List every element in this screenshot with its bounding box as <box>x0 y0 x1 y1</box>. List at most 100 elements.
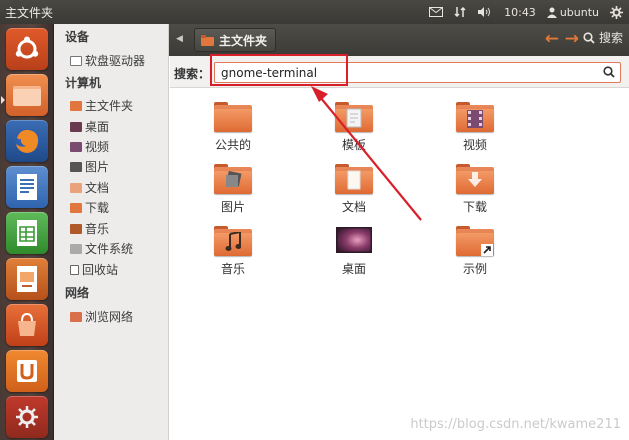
file-item-label: 文档 <box>341 200 366 214</box>
file-item-label: 音乐 <box>220 262 245 276</box>
top-panel: 主文件夹 10:43 ubuntu <box>0 0 629 24</box>
user-menu[interactable]: ubuntu <box>546 5 599 19</box>
network-icon[interactable] <box>454 6 466 18</box>
dash-home-button[interactable] <box>6 28 48 70</box>
music-folder-icon <box>70 223 82 234</box>
search-button-label: 搜索 <box>598 31 623 45</box>
breadcrumb-left-arrow-icon[interactable]: ◀ <box>176 34 183 44</box>
file-item-desktop[interactable]: 桌面 <box>314 226 394 277</box>
video-folder-icon <box>70 141 82 152</box>
user-name: ubuntu <box>559 5 599 19</box>
back-arrow-icon[interactable]: ← <box>545 29 559 49</box>
search-label: 搜索： <box>174 67 211 81</box>
gear-icon[interactable] <box>610 5 623 19</box>
network-folder-icon <box>70 311 82 322</box>
sidebar-item-home[interactable]: 主文件夹 <box>70 97 133 114</box>
forward-arrow-icon[interactable]: → <box>565 29 579 49</box>
file-item-templates[interactable]: 模板 <box>314 102 394 153</box>
sidebar-item-label: 下载 <box>85 201 110 215</box>
file-view: 搜索： 公共的 模板 视频 图片 <box>170 54 629 440</box>
music-folder-icon <box>214 226 252 256</box>
search-bar: 搜索： <box>170 56 629 88</box>
sidebar-item-browse-network[interactable]: 浏览网络 <box>70 308 133 325</box>
breadcrumb-label: 主文件夹 <box>219 33 268 48</box>
trash-icon <box>70 264 79 275</box>
file-item-videos[interactable]: 视频 <box>435 102 515 153</box>
sidebar-item-downloads[interactable]: 下载 <box>70 199 109 216</box>
file-item-music[interactable]: 音乐 <box>193 226 273 277</box>
pictures-folder-icon <box>70 161 82 172</box>
panel-indicators: 10:43 ubuntu <box>429 0 623 24</box>
ubuntu-one-icon <box>17 360 37 382</box>
sidebar-section-computer: 计算机 <box>65 76 102 90</box>
examples-folder-icon <box>456 226 494 256</box>
file-item-public[interactable]: 公共的 <box>193 102 273 153</box>
file-item-label: 模板 <box>341 138 366 152</box>
sidebar-item-music[interactable]: 音乐 <box>70 220 109 237</box>
launcher-active-indicator <box>1 96 5 104</box>
search-icon[interactable] <box>603 66 615 78</box>
launcher-ubuntu-one[interactable] <box>6 350 48 392</box>
video-folder-icon <box>456 102 494 132</box>
document-icon <box>17 174 37 200</box>
file-item-label: 公共的 <box>214 138 251 152</box>
file-item-label: 图片 <box>220 200 245 214</box>
sidebar-item-trash[interactable]: 回收站 <box>70 261 118 278</box>
pictures-folder-icon <box>214 164 252 194</box>
sidebar-item-videos[interactable]: 视频 <box>70 138 109 155</box>
places-sidebar: 设备 软盘驱动器 计算机 主文件夹 桌面 视频 图片 文档 下载 音乐 文件系统… <box>54 24 169 440</box>
file-item-examples[interactable]: 示例 <box>435 226 515 277</box>
sidebar-item-label: 文档 <box>85 181 110 195</box>
sidebar-item-label: 音乐 <box>85 222 110 236</box>
home-folder-icon <box>201 34 214 46</box>
templates-folder-icon <box>335 102 373 132</box>
firefox-icon <box>15 129 39 153</box>
folder-icon <box>13 86 41 106</box>
launcher-writer[interactable] <box>6 166 48 208</box>
presentation-icon <box>17 266 37 292</box>
desktop-icon <box>335 226 373 256</box>
search-input[interactable] <box>214 62 621 83</box>
filesystem-icon <box>70 243 82 254</box>
sidebar-item-pictures[interactable]: 图片 <box>70 158 109 175</box>
user-icon <box>546 7 557 18</box>
tools-icon <box>16 406 38 428</box>
clock[interactable]: 10:43 <box>504 6 536 19</box>
launcher-home-folder[interactable] <box>6 74 48 116</box>
sidebar-item-label: 软盘驱动器 <box>85 54 146 68</box>
sidebar-section-devices: 设备 <box>65 30 90 44</box>
sidebar-item-label: 回收站 <box>82 263 119 277</box>
file-item-documents[interactable]: 文档 <box>314 164 394 215</box>
downloads-folder-icon <box>70 202 82 213</box>
floppy-drive-icon <box>70 55 82 66</box>
documents-folder-icon <box>70 182 82 193</box>
sidebar-item-filesystem[interactable]: 文件系统 <box>70 240 133 257</box>
sidebar-item-label: 桌面 <box>85 120 110 134</box>
sidebar-item-documents[interactable]: 文档 <box>70 179 109 196</box>
launcher-calc[interactable] <box>6 212 48 254</box>
spreadsheet-icon <box>17 220 37 246</box>
file-item-pictures[interactable]: 图片 <box>193 164 273 215</box>
downloads-folder-icon <box>456 164 494 194</box>
sidebar-item-desktop[interactable]: 桌面 <box>70 118 109 135</box>
window-title: 主文件夹 <box>5 5 54 20</box>
sidebar-item-floppy[interactable]: 软盘驱动器 <box>70 52 145 69</box>
sidebar-item-label: 视频 <box>85 140 110 154</box>
search-icon <box>583 31 595 44</box>
sidebar-item-label: 文件系统 <box>85 242 134 256</box>
file-item-label: 示例 <box>462 262 487 276</box>
search-button[interactable]: 搜索 <box>583 29 623 46</box>
file-item-label: 视频 <box>462 138 487 152</box>
launcher-system-settings[interactable] <box>6 396 48 438</box>
mail-icon[interactable] <box>429 7 444 17</box>
ubuntu-logo-icon <box>15 36 39 59</box>
launcher-impress[interactable] <box>6 258 48 300</box>
sidebar-item-label: 主文件夹 <box>85 99 134 113</box>
folder-icon <box>214 102 252 132</box>
volume-icon[interactable] <box>477 6 493 18</box>
home-folder-icon <box>70 100 82 111</box>
launcher-software-center[interactable] <box>6 304 48 346</box>
file-item-downloads[interactable]: 下载 <box>435 164 515 215</box>
launcher-firefox[interactable] <box>6 120 48 162</box>
breadcrumb-home[interactable]: 主文件夹 <box>194 28 277 52</box>
